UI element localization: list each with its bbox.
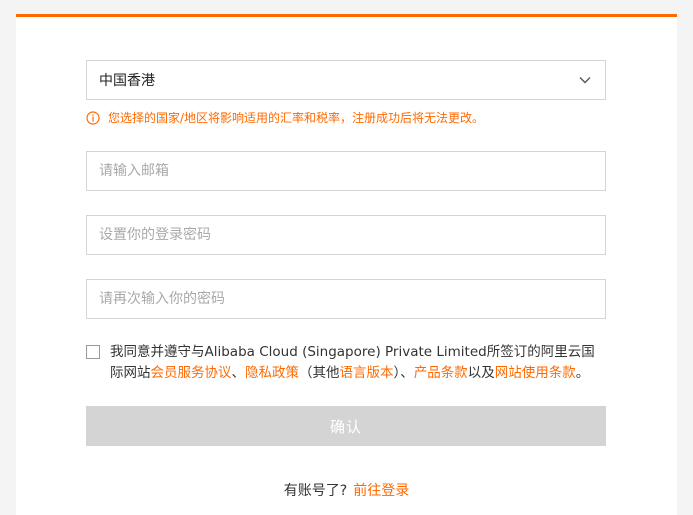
region-select-value: 中国香港 xyxy=(99,73,155,89)
confirm-password-input[interactable] xyxy=(86,279,606,319)
agreement-text-3: ）、 xyxy=(393,365,414,381)
privacy-policy-link[interactable]: 隐私政策 xyxy=(245,365,299,381)
language-versions-link[interactable]: 语言版本 xyxy=(340,365,394,381)
agreement-text-5: 。 xyxy=(575,365,590,381)
chevron-down-icon xyxy=(577,72,593,88)
confirm-button[interactable]: 确认 xyxy=(86,406,606,446)
agreement-text-2: （其他 xyxy=(299,365,340,381)
agreement-checkbox[interactable] xyxy=(86,345,100,359)
info-icon xyxy=(86,110,100,125)
login-prompt-row: 有账号了? 前往登录 xyxy=(16,480,677,500)
region-notice-text: 您选择的国家/地区将影响适用的汇率和税率，注册成功后将无法更改。 xyxy=(108,111,485,125)
member-agreement-link[interactable]: 会员服务协议 xyxy=(151,365,232,381)
region-select[interactable]: 中国香港 xyxy=(86,60,606,100)
email-input[interactable] xyxy=(86,151,606,191)
agreement-sep-1: 、 xyxy=(231,365,246,381)
login-link[interactable]: 前往登录 xyxy=(353,483,409,499)
agreement-text: 我同意并遵守与Alibaba Cloud (Singapore) Private… xyxy=(110,342,606,384)
agreement-text-4: 以及 xyxy=(467,365,495,381)
site-terms-link[interactable]: 网站使用条款 xyxy=(495,365,576,381)
login-prompt-text: 有账号了? xyxy=(283,483,348,499)
agreement-row: 我同意并遵守与Alibaba Cloud (Singapore) Private… xyxy=(86,342,606,384)
password-input[interactable] xyxy=(86,215,606,255)
region-notice: 您选择的国家/地区将影响适用的汇率和税率，注册成功后将无法更改。 xyxy=(86,109,484,126)
product-terms-link[interactable]: 产品条款 xyxy=(414,365,468,381)
register-card: 中国香港 您选择的国家/地区将影响适用的汇率和税率，注册成功后将无法更改。 我同… xyxy=(16,14,677,515)
